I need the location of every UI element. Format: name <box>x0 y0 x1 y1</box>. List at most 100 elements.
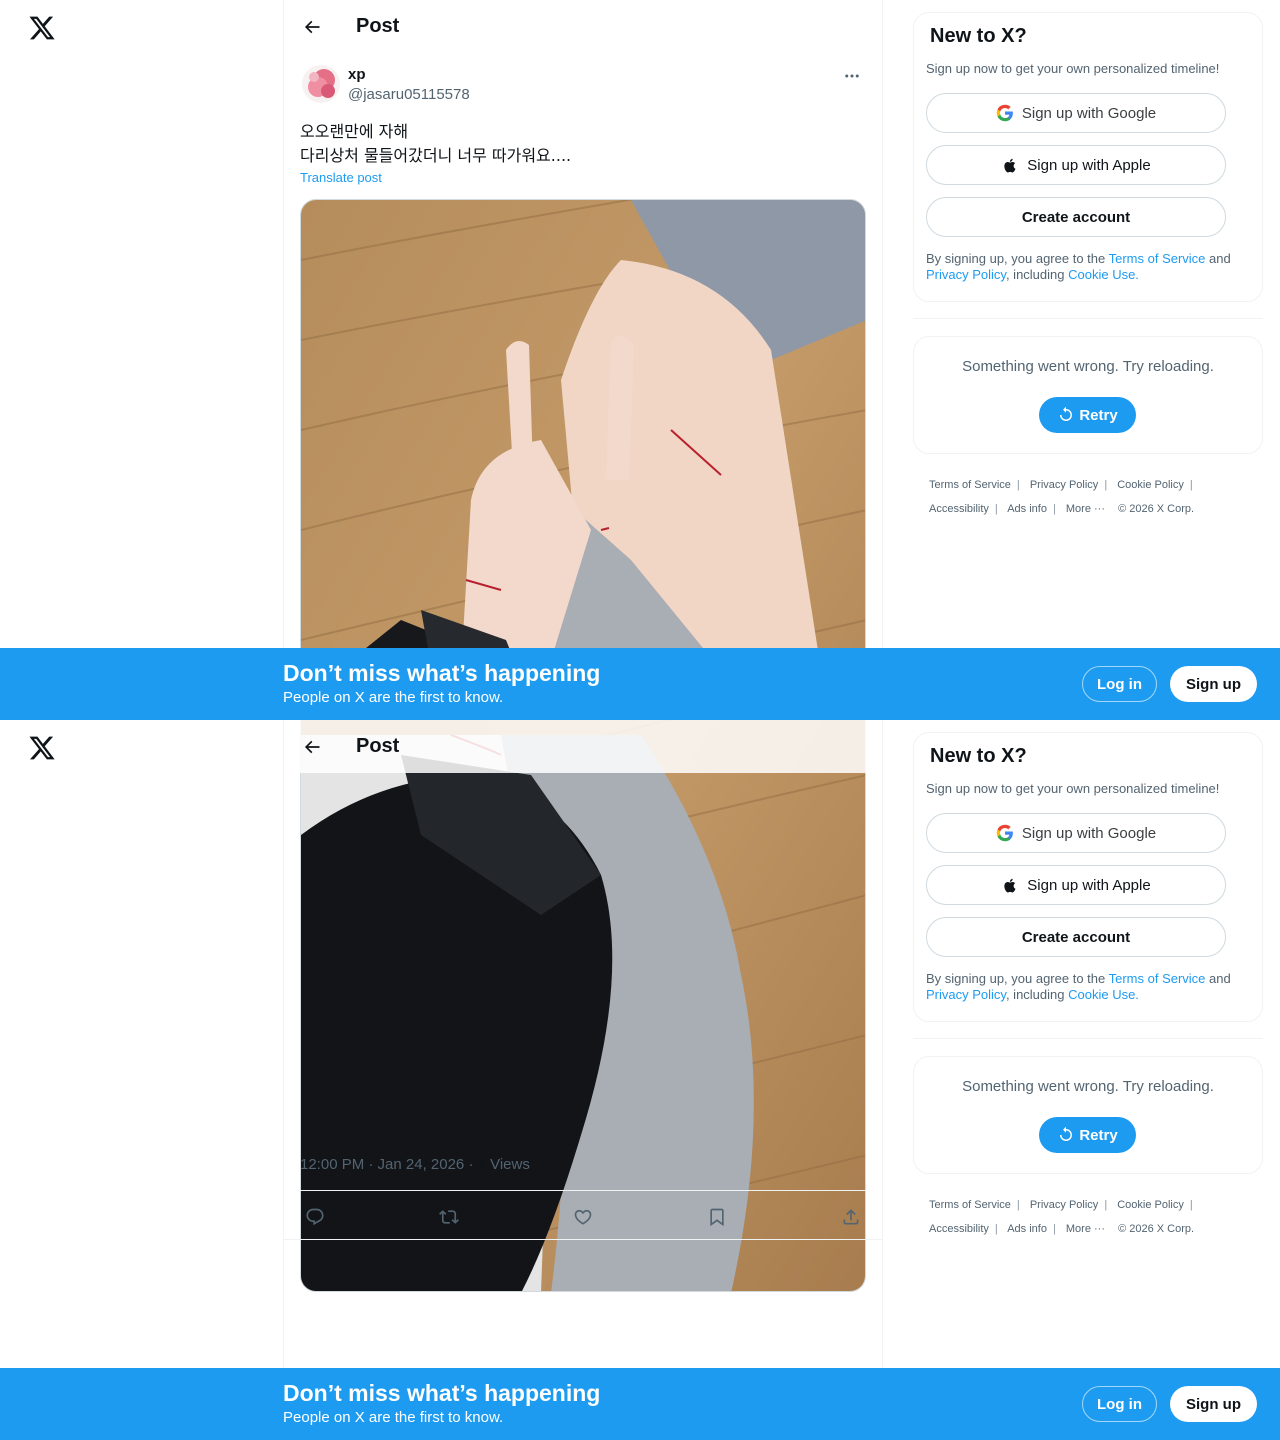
footer-separator: | <box>1052 1223 1056 1235</box>
like-icon[interactable] <box>568 1202 598 1232</box>
login-button[interactable]: Log in <box>1082 666 1157 702</box>
signup-button[interactable]: Sign up <box>1170 1386 1257 1422</box>
retry-button[interactable]: Retry <box>1039 397 1136 433</box>
viewport-scrolled: Post 12:00 PM · Jan 24, 2026 · 7 Views N… <box>0 720 1280 1440</box>
footer-link-accessibility[interactable]: Accessibility <box>929 1223 989 1235</box>
footer-link-terms[interactable]: Terms of Service <box>929 1199 1011 1211</box>
banner-subtitle: People on X are the first to know. <box>283 1409 504 1426</box>
post-text-line: 오오랜만에 자해 <box>300 122 409 141</box>
more-icon[interactable] <box>838 64 866 88</box>
avatar[interactable] <box>302 65 340 103</box>
copyright: © 2026 X Corp. <box>1118 503 1195 515</box>
banner-title: Don’t miss what’s happening <box>283 660 601 686</box>
cookie-use-link[interactable]: Cookie Use. <box>1068 987 1139 1002</box>
apple-signup-button[interactable]: Sign up with Apple <box>926 145 1226 185</box>
banner-title: Don’t miss what’s happening <box>283 1380 601 1406</box>
login-button[interactable]: Log in <box>1082 1386 1157 1422</box>
primary-column: Post 12:00 PM · Jan 24, 2026 · 7 Views <box>283 720 883 1440</box>
signup-banner: Don’t miss what’s happening People on X … <box>0 648 1280 720</box>
x-logo-icon[interactable] <box>28 14 56 42</box>
views-count: 7 <box>477 1156 486 1173</box>
footer-link-more[interactable]: More ··· <box>1066 503 1105 515</box>
apple-icon <box>1001 156 1019 174</box>
page-title: Post <box>356 15 400 37</box>
retry-label: Retry <box>1079 1126 1118 1144</box>
signup-card: New to X? Sign up now to get your own pe… <box>913 732 1263 1022</box>
error-card: Something went wrong. Try reloading. Ret… <box>913 336 1263 454</box>
signup-banner: Don’t miss what’s happening People on X … <box>0 1368 1280 1440</box>
legal-text: By signing up, you agree to the <box>926 971 1109 986</box>
create-account-button[interactable]: Create account <box>926 197 1226 237</box>
privacy-link[interactable]: Privacy Policy <box>926 987 1006 1002</box>
x-logo-icon[interactable] <box>28 734 56 762</box>
post-photo[interactable] <box>300 199 866 720</box>
post-text-line: 다리상처 물들어갔더니 너무 따가워요.... <box>300 146 572 165</box>
translate-post-link[interactable]: Translate post <box>300 170 382 185</box>
terms-link[interactable]: Terms of Service <box>1109 971 1206 986</box>
signup-title: New to X? <box>930 745 1027 767</box>
sidebar-divider <box>913 1038 1263 1039</box>
footer-separator: | <box>994 503 998 515</box>
primary-column: Post xp @jasaru05115578 오오랜만에 자해 다리상처 물들… <box>283 0 883 720</box>
footer-link-more[interactable]: More ··· <box>1066 1223 1105 1235</box>
signup-button[interactable]: Sign up <box>1170 666 1257 702</box>
copyright: © 2026 X Corp. <box>1118 1223 1195 1235</box>
share-icon[interactable] <box>836 1202 866 1232</box>
signup-legal: By signing up, you agree to the Terms of… <box>926 251 1246 283</box>
apple-icon <box>1001 876 1019 894</box>
signup-legal: By signing up, you agree to the Terms of… <box>926 971 1246 1003</box>
footer-link-cookie[interactable]: Cookie Policy <box>1117 1199 1184 1211</box>
author-name[interactable]: xp <box>348 66 366 83</box>
signup-subtitle: Sign up now to get your own personalized… <box>926 61 1220 76</box>
legal-text: and <box>1205 251 1231 266</box>
footer-separator: | <box>1052 503 1056 515</box>
footer-separator: | <box>1189 479 1193 491</box>
footer-link-ads[interactable]: Ads info <box>1007 503 1047 515</box>
apple-signup-label: Sign up with Apple <box>1027 156 1151 174</box>
banner-subtitle: People on X are the first to know. <box>283 689 504 706</box>
meta-divider <box>300 1190 866 1191</box>
signup-card: New to X? Sign up now to get your own pe… <box>913 12 1263 302</box>
post-meta: 12:00 PM · Jan 24, 2026 · 7 Views <box>300 1156 530 1173</box>
sidebar-divider <box>913 318 1263 319</box>
footer-link-cookie[interactable]: Cookie Policy <box>1117 479 1184 491</box>
retry-button[interactable]: Retry <box>1039 1117 1136 1153</box>
google-signup-button[interactable]: Sign up with Google <box>926 813 1226 853</box>
bookmark-icon[interactable] <box>702 1202 732 1232</box>
apple-signup-label: Sign up with Apple <box>1027 876 1151 894</box>
views-label: Views <box>485 1156 530 1173</box>
footer-link-privacy[interactable]: Privacy Policy <box>1030 479 1098 491</box>
terms-link[interactable]: Terms of Service <box>1109 251 1206 266</box>
legal-text: , including <box>1005 987 1069 1002</box>
cookie-use-link[interactable]: Cookie Use. <box>1068 267 1139 282</box>
footer-link-privacy[interactable]: Privacy Policy <box>1030 1199 1098 1211</box>
footer-separator: | <box>1016 479 1020 491</box>
error-message: Something went wrong. Try reloading. <box>962 1078 1214 1095</box>
author-handle[interactable]: @jasaru05115578 <box>348 86 470 103</box>
google-signup-button[interactable]: Sign up with Google <box>926 93 1226 133</box>
footer-link-accessibility[interactable]: Accessibility <box>929 503 989 515</box>
back-arrow-icon[interactable] <box>294 9 330 45</box>
footer-link-terms[interactable]: Terms of Service <box>929 479 1011 491</box>
repost-icon[interactable] <box>434 1202 464 1232</box>
back-arrow-icon[interactable] <box>294 729 330 765</box>
signup-subtitle: Sign up now to get your own personalized… <box>926 781 1220 796</box>
footer-link-ads[interactable]: Ads info <box>1007 1223 1047 1235</box>
google-icon <box>996 104 1014 122</box>
reply-icon[interactable] <box>300 1202 330 1232</box>
google-signup-label: Sign up with Google <box>1021 824 1157 842</box>
footer-separator: | <box>1104 479 1108 491</box>
post-header: Post <box>284 0 882 53</box>
footer-links: Terms of Service | Privacy Policy | Cookie… <box>929 1193 1249 1241</box>
post-divider <box>284 1239 882 1240</box>
create-account-button[interactable]: Create account <box>926 917 1226 957</box>
legal-text: , including <box>1005 267 1069 282</box>
retry-icon <box>1057 1126 1075 1144</box>
footer-links: Terms of Service | Privacy Policy | Cookie… <box>929 473 1249 521</box>
viewport-top: Post xp @jasaru05115578 오오랜만에 자해 다리상처 물들… <box>0 0 1280 720</box>
apple-signup-button[interactable]: Sign up with Apple <box>926 865 1226 905</box>
retry-label: Retry <box>1079 406 1118 424</box>
footer-separator: | <box>1189 1199 1193 1211</box>
privacy-link[interactable]: Privacy Policy <box>926 267 1006 282</box>
post-timestamp[interactable]: 12:00 PM · Jan 24, 2026 · <box>300 1156 478 1173</box>
